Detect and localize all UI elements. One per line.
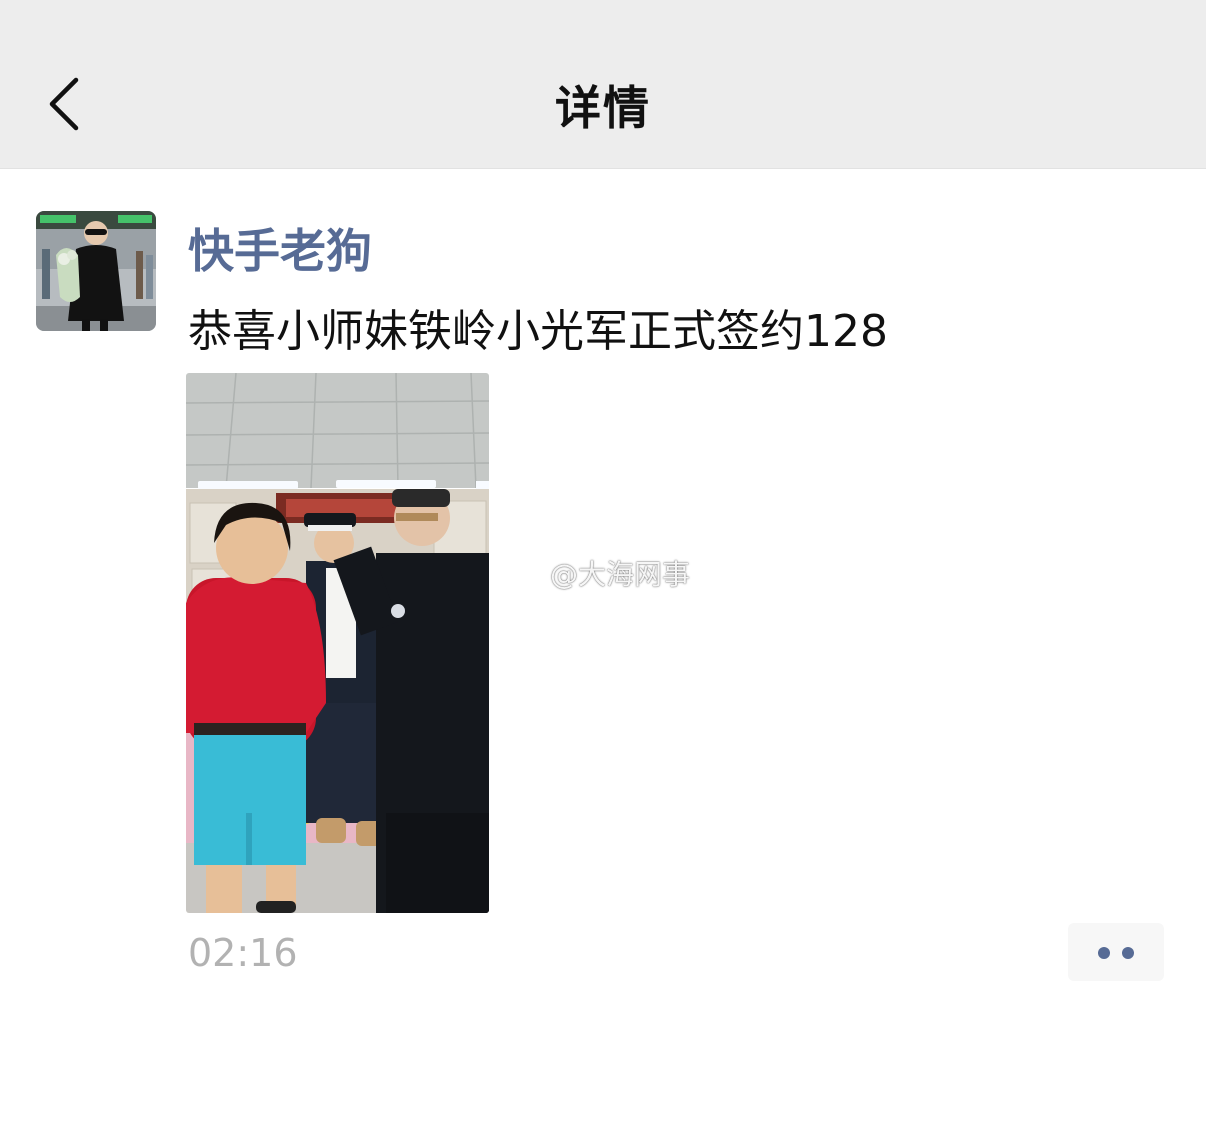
page-title: 详情 [555,81,651,135]
top-navigation-bar: 详情 [0,0,1206,169]
author-name[interactable]: 快手老狗 [188,215,372,281]
moment-detail: 快手老狗 恭喜小师妹铁岭小光军正式签约128 @大海网事 02:16 [0,169,1206,1143]
more-actions-button[interactable] [1068,923,1164,981]
post-text: 恭喜小师妹铁岭小光军正式签约128 [188,306,888,357]
ellipsis-icon [1122,947,1134,959]
avatar[interactable] [36,211,156,331]
watermark-text: @大海网事 [550,558,691,591]
ellipsis-icon [1098,947,1110,959]
weibo-icon [501,560,542,589]
post-time: 02:16 [188,931,298,975]
watermark: @大海网事 [500,553,690,593]
post-photo[interactable] [186,373,489,913]
